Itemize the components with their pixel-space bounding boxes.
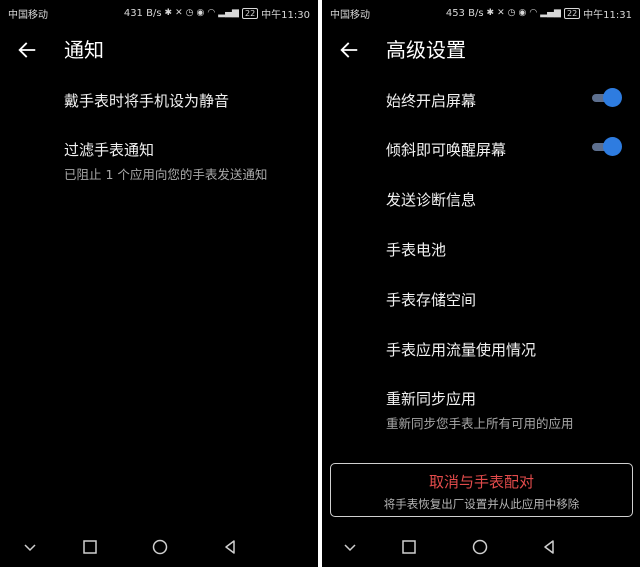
eye-icon: ◉ xyxy=(196,8,205,18)
wifi-icon: ◠ xyxy=(529,8,538,18)
clock: 中午11:30 xyxy=(261,9,310,21)
status-bar: 中国移动 431 B/s ✱ ✕ ◷ ◉ ◠ ▂▄▆ 22 中午11:30 xyxy=(0,0,318,26)
nav-down-icon[interactable] xyxy=(340,537,360,557)
mute-icon: ✕ xyxy=(175,8,183,18)
setting-send-diagnostics[interactable]: 发送诊断信息 xyxy=(386,189,624,210)
nav-home-icon[interactable] xyxy=(150,537,170,557)
back-arrow-icon[interactable] xyxy=(338,39,360,61)
setting-label: 手表电池 xyxy=(386,241,447,259)
wifi-icon: ◠ xyxy=(207,8,216,18)
unpair-summary: 将手表恢复出厂设置并从此应用中移除 xyxy=(383,497,580,511)
setting-resync-apps[interactable]: 重新同步应用 重新同步您手表上所有可用的应用 xyxy=(386,388,624,432)
back-arrow-icon[interactable] xyxy=(16,39,38,61)
notifications-screen: 中国移动 431 B/s ✱ ✕ ◷ ◉ ◠ ▂▄▆ 22 中午11:30 通知… xyxy=(0,0,318,567)
navigation-bar xyxy=(322,527,640,567)
toggle-knob xyxy=(603,88,622,107)
eye-icon: ◉ xyxy=(518,8,527,18)
setting-summary: 已阻止 1 个应用向您的手表发送通知 xyxy=(64,167,268,182)
setting-app-data-usage[interactable]: 手表应用流量使用情况 xyxy=(386,339,624,360)
setting-label: 手表应用流量使用情况 xyxy=(386,341,537,359)
setting-label: 过滤手表通知 xyxy=(64,141,155,159)
mute-icon: ✕ xyxy=(497,8,505,18)
advanced-settings-screen: 中国移动 453 B/s ✱ ✕ ◷ ◉ ◠ ▂▄▆ 22 中午11:31 高级… xyxy=(322,0,640,567)
unpair-title: 取消与手表配对 xyxy=(428,473,534,491)
clock: 中午11:31 xyxy=(583,9,632,21)
signal-icon: ▂▄▆ xyxy=(540,8,561,18)
setting-label: 倾斜即可唤醒屏幕 xyxy=(386,141,507,159)
bluetooth-icon: ✱ xyxy=(486,8,495,18)
signal-icon: ▂▄▆ xyxy=(218,8,239,18)
app-bar: 通知 xyxy=(0,30,318,70)
nav-recents-icon[interactable] xyxy=(80,537,100,557)
setting-silent-phone[interactable]: 戴手表时将手机设为静音 xyxy=(64,90,302,111)
tilt-to-wake-toggle[interactable] xyxy=(592,137,622,157)
page-title: 高级设置 xyxy=(386,38,466,62)
carrier-label: 中国移动 xyxy=(330,9,370,21)
nav-down-icon[interactable] xyxy=(20,537,40,557)
setting-watch-battery[interactable]: 手表电池 xyxy=(386,239,624,260)
network-speed: 453 B/s xyxy=(445,7,484,19)
battery-indicator: 22 xyxy=(241,7,259,19)
setting-tilt-to-wake[interactable]: 倾斜即可唤醒屏幕 xyxy=(386,139,624,160)
app-bar: 高级设置 xyxy=(322,30,640,70)
setting-summary: 重新同步您手表上所有可用的应用 xyxy=(386,416,574,431)
setting-label: 手表存储空间 xyxy=(386,291,477,309)
setting-label: 发送诊断信息 xyxy=(386,191,477,209)
nav-back-icon[interactable] xyxy=(220,537,240,557)
navigation-bar xyxy=(0,527,318,567)
battery-indicator: 22 xyxy=(563,7,581,19)
setting-label: 始终开启屏幕 xyxy=(386,92,477,110)
setting-always-on-screen[interactable]: 始终开启屏幕 xyxy=(386,90,624,111)
bluetooth-icon: ✱ xyxy=(164,8,173,18)
toggle-knob xyxy=(603,137,622,156)
alarm-icon: ◷ xyxy=(185,8,194,18)
nav-home-icon[interactable] xyxy=(470,537,490,557)
always-on-toggle[interactable] xyxy=(592,88,622,108)
setting-label: 重新同步应用 xyxy=(386,390,477,408)
network-speed: 431 B/s xyxy=(123,7,162,19)
alarm-icon: ◷ xyxy=(507,8,516,18)
carrier-label: 中国移动 xyxy=(8,9,48,21)
nav-recents-icon[interactable] xyxy=(399,537,419,557)
nav-back-icon[interactable] xyxy=(539,537,559,557)
unpair-watch-button[interactable]: 取消与手表配对 将手表恢复出厂设置并从此应用中移除 xyxy=(330,463,633,517)
status-bar: 中国移动 453 B/s ✱ ✕ ◷ ◉ ◠ ▂▄▆ 22 中午11:31 xyxy=(322,0,640,26)
setting-watch-storage[interactable]: 手表存储空间 xyxy=(386,289,624,310)
page-title: 通知 xyxy=(64,38,104,62)
setting-label: 戴手表时将手机设为静音 xyxy=(64,92,230,110)
setting-filter-notifications[interactable]: 过滤手表通知 已阻止 1 个应用向您的手表发送通知 xyxy=(64,139,302,183)
